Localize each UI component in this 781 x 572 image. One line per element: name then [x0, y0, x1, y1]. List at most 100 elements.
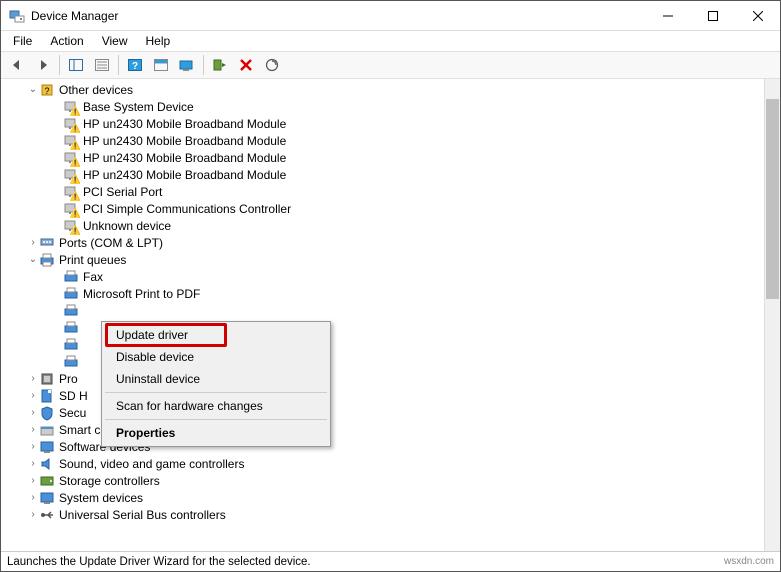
expand-icon[interactable]: › [27, 237, 39, 249]
system-icon [39, 490, 55, 506]
device-warning-icon: ⚠️ [63, 116, 79, 132]
node-label: SD H [59, 389, 88, 403]
minimize-button[interactable] [645, 1, 690, 30]
tree-item[interactable]: ⚠️HP un2430 Mobile Broadband Module [1, 132, 764, 149]
statusbar: Launches the Update Driver Wizard for th… [1, 551, 780, 571]
tree-node-ports[interactable]: › Ports (COM & LPT) [1, 234, 764, 251]
printer-icon [63, 303, 79, 319]
node-label: Universal Serial Bus controllers [59, 508, 226, 522]
menu-uninstall-device[interactable]: Uninstall device [104, 368, 328, 390]
separator [59, 55, 60, 75]
menu-view[interactable]: View [94, 33, 136, 49]
node-label: HP un2430 Mobile Broadband Module [83, 168, 286, 182]
show-hide-tree-button[interactable] [64, 54, 88, 76]
vertical-scrollbar[interactable] [764, 79, 780, 551]
node-label: Print queues [59, 253, 126, 267]
forward-button[interactable] [31, 54, 55, 76]
node-label: Microsoft Print to PDF [83, 287, 200, 301]
device-warning-icon: ⚠️ [63, 184, 79, 200]
node-label: Other devices [59, 83, 133, 97]
tree-node-usb[interactable]: › Universal Serial Bus controllers [1, 506, 764, 523]
software-icon [39, 439, 55, 455]
app-icon [9, 8, 25, 24]
expand-icon[interactable]: › [27, 458, 39, 470]
node-label: PCI Serial Port [83, 185, 162, 199]
tree-item[interactable]: ⚠️HP un2430 Mobile Broadband Module [1, 166, 764, 183]
printer-icon [63, 337, 79, 353]
tree-item[interactable]: ⚠️HP un2430 Mobile Broadband Module [1, 149, 764, 166]
tree-node-sound[interactable]: › Sound, video and game controllers [1, 455, 764, 472]
tree-item[interactable]: ⚠️ HP un2430 Mobile Broadband Module [1, 115, 764, 132]
update-driver-button[interactable] [175, 54, 199, 76]
tree-item[interactable]: ⚠️PCI Simple Communications Controller [1, 200, 764, 217]
expand-icon[interactable]: › [27, 475, 39, 487]
watermark: wsxdn.com [724, 556, 774, 567]
scrollbar-thumb[interactable] [766, 99, 779, 299]
window-title: Device Manager [31, 9, 645, 23]
view-button[interactable] [149, 54, 173, 76]
storage-icon [39, 473, 55, 489]
menu-separator [105, 419, 327, 420]
device-tree[interactable]: ⌄ ? Other devices ⚠️ Base System Device ⚠… [1, 79, 764, 551]
device-manager-window: Device Manager File Action View Help ? ⌄ [0, 0, 781, 572]
category-icon: ? [39, 82, 55, 98]
tree-node-storage[interactable]: › Storage controllers [1, 472, 764, 489]
expand-icon[interactable]: › [27, 390, 39, 402]
tree-item[interactable]: ⚠️ Base System Device [1, 98, 764, 115]
scan-hardware-button[interactable] [260, 54, 284, 76]
titlebar: Device Manager [1, 1, 780, 31]
window-controls [645, 1, 780, 30]
menu-separator [105, 392, 327, 393]
svg-text:?: ? [44, 86, 49, 96]
node-label: Unknown device [83, 219, 171, 233]
expand-icon[interactable]: › [27, 424, 39, 436]
back-button[interactable] [5, 54, 29, 76]
collapse-icon[interactable]: ⌄ [27, 84, 39, 96]
node-label: Storage controllers [59, 474, 160, 488]
tree-item-hidden[interactable] [1, 302, 764, 319]
help-button[interactable]: ? [123, 54, 147, 76]
device-warning-icon: ⚠️ [63, 99, 79, 115]
menu-disable-device[interactable]: Disable device [104, 346, 328, 368]
sound-icon [39, 456, 55, 472]
tree-item-fax[interactable]: Fax [1, 268, 764, 285]
tree-item[interactable]: ⚠️Unknown device [1, 217, 764, 234]
menubar: File Action View Help [1, 31, 780, 51]
menu-help[interactable]: Help [138, 33, 179, 49]
node-label: Base System Device [83, 100, 194, 114]
tree-node-print-queues[interactable]: ⌄ Print queues [1, 251, 764, 268]
node-label: Pro [59, 372, 78, 386]
maximize-button[interactable] [690, 1, 735, 30]
status-text: Launches the Update Driver Wizard for th… [7, 556, 311, 568]
printer-icon [39, 252, 55, 268]
uninstall-button[interactable] [234, 54, 258, 76]
tree-item[interactable]: ⚠️ PCI Serial Port [1, 183, 764, 200]
printer-icon [63, 354, 79, 370]
collapse-icon[interactable]: ⌄ [27, 254, 39, 266]
tree-node-system[interactable]: › System devices [1, 489, 764, 506]
separator [118, 55, 119, 75]
menu-file[interactable]: File [5, 33, 40, 49]
expand-icon[interactable]: › [27, 373, 39, 385]
menu-action[interactable]: Action [42, 33, 91, 49]
menu-scan-hardware[interactable]: Scan for hardware changes [104, 395, 328, 417]
usb-icon [39, 507, 55, 523]
menu-update-driver[interactable]: Update driver [104, 324, 328, 346]
security-icon [39, 405, 55, 421]
tree-node-other-devices[interactable]: ⌄ ? Other devices [1, 81, 764, 98]
menu-properties[interactable]: Properties [104, 422, 328, 444]
printer-icon [63, 320, 79, 336]
expand-icon[interactable]: › [27, 509, 39, 521]
node-label: HP un2430 Mobile Broadband Module [83, 117, 286, 131]
card-reader-icon [39, 422, 55, 438]
expand-icon[interactable]: › [27, 492, 39, 504]
tree-item-print-to-pdf[interactable]: Microsoft Print to PDF [1, 285, 764, 302]
enable-device-button[interactable] [208, 54, 232, 76]
node-label: HP un2430 Mobile Broadband Module [83, 151, 286, 165]
close-button[interactable] [735, 1, 780, 30]
device-warning-icon: ⚠️ [63, 201, 79, 217]
expand-icon[interactable]: › [27, 441, 39, 453]
properties-button[interactable] [90, 54, 114, 76]
svg-text:?: ? [132, 61, 138, 72]
expand-icon[interactable]: › [27, 407, 39, 419]
